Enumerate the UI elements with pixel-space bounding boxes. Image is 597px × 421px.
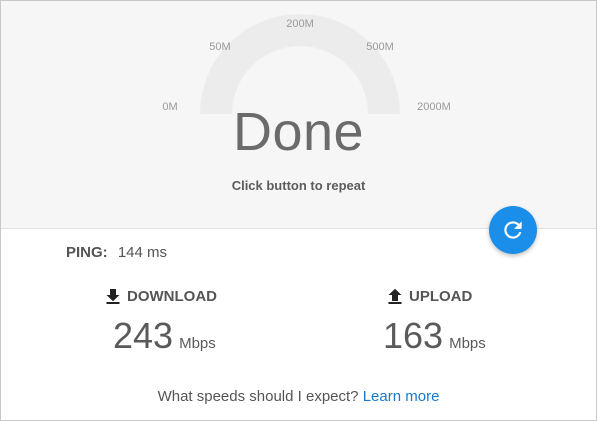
footer-question: What speeds should I expect?: [157, 388, 359, 405]
upload-value-row: 163 Mbps: [383, 316, 587, 356]
download-value: 243: [113, 315, 174, 356]
footer: What speeds should I expect? Learn more: [1, 388, 596, 405]
download-header: DOWNLOAD: [105, 286, 305, 306]
upload-arrow-icon: [388, 288, 402, 304]
download-label: DOWNLOAD: [127, 287, 217, 305]
ping-label: PING:: [66, 244, 108, 261]
upload-metric: UPLOAD 163 Mbps: [383, 286, 587, 356]
refresh-icon: [504, 221, 522, 239]
download-metric: DOWNLOAD 243 Mbps: [105, 286, 305, 356]
ping-value: 144 ms: [117, 244, 168, 261]
ping-row: PING: 144 ms: [66, 244, 167, 261]
gauge-tick-3: 500M: [366, 41, 394, 53]
upload-unit: Mbps: [449, 335, 486, 352]
gauge-tick-1: 50M: [209, 41, 231, 53]
learn-more-link[interactable]: Learn more: [363, 388, 440, 405]
download-unit: Mbps: [179, 335, 216, 352]
repeat-hint: Click button to repeat: [231, 178, 366, 193]
repeat-test-button[interactable]: [489, 206, 537, 254]
gauge-panel: 0M 50M 200M 500M 2000M Done Click button…: [1, 1, 596, 229]
upload-header: UPLOAD: [387, 286, 587, 306]
upload-value: 163: [383, 315, 444, 356]
download-arrow-icon: [106, 289, 120, 304]
upload-label: UPLOAD: [409, 287, 473, 305]
gauge-tick-2: 200M: [286, 18, 314, 30]
download-value-row: 243 Mbps: [105, 316, 305, 356]
speed-test-widget: 0M 50M 200M 500M 2000M Done Click button…: [0, 0, 597, 421]
test-status: Done: [232, 102, 365, 162]
